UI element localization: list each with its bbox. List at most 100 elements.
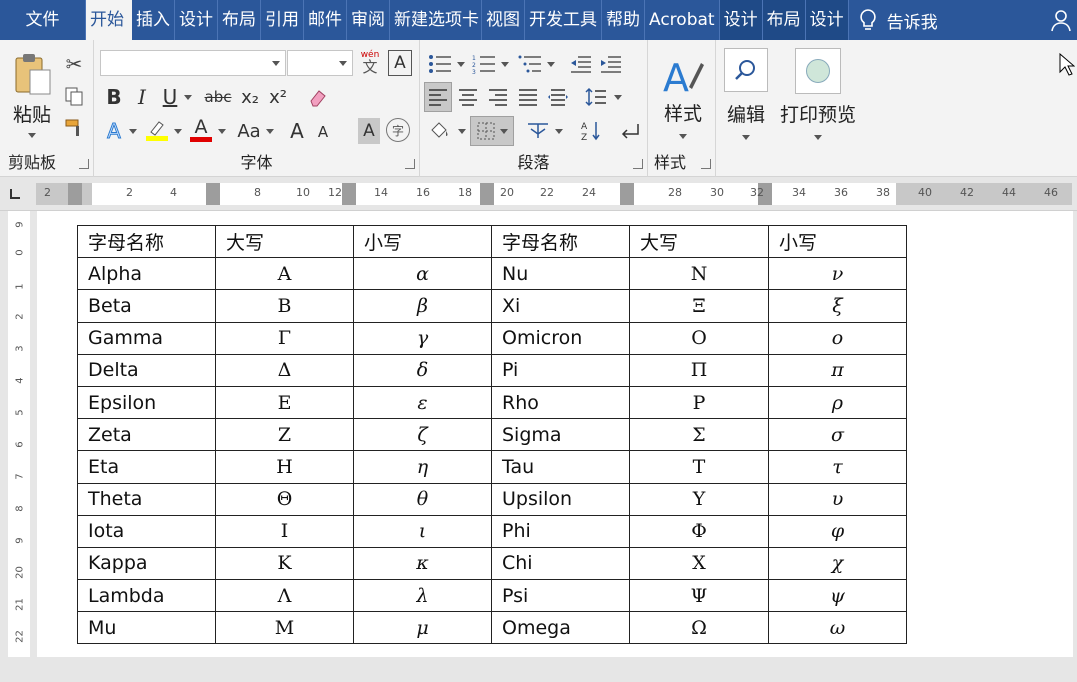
lowercase-cell[interactable]: υ	[768, 482, 907, 516]
distributed-button[interactable]	[544, 84, 572, 110]
highlight-dropdown-icon[interactable]	[174, 129, 182, 134]
letter-name-cell[interactable]: Eta	[77, 450, 216, 484]
tab-view[interactable]: 视图	[482, 0, 525, 40]
uppercase-cell[interactable]: Υ	[629, 482, 769, 516]
align-left-button[interactable]	[424, 82, 452, 112]
ruler-col-marker[interactable]	[68, 183, 82, 205]
ruler-col-marker[interactable]	[342, 183, 356, 205]
align-center-button[interactable]	[454, 84, 482, 110]
line-spacing-dropdown-icon[interactable]	[614, 95, 622, 100]
tab-design-2[interactable]: 设计	[805, 0, 849, 40]
lowercase-cell[interactable]: ο	[768, 321, 907, 355]
lowercase-cell[interactable]: π	[768, 353, 907, 387]
tab-help[interactable]: 帮助	[602, 0, 645, 40]
letter-name-cell[interactable]: Alpha	[77, 257, 216, 291]
bold-button[interactable]: B	[102, 84, 126, 110]
greek-alphabet-table[interactable]: 字母名称 大写 小写 字母名称 大写 小写 Alpha Αα Nu Νν Beta Ββ Xi Ξξ Gam…	[77, 224, 907, 645]
table-header-cell[interactable]: 小写	[353, 224, 492, 259]
editing-button[interactable]: 编辑	[720, 46, 772, 142]
uppercase-cell[interactable]: Σ	[629, 418, 769, 452]
letter-name-cell[interactable]: Sigma	[491, 418, 630, 452]
text-effects-button[interactable]: A	[102, 118, 126, 144]
italic-button[interactable]: I	[130, 84, 154, 110]
shading-button[interactable]	[426, 118, 454, 144]
tab-insert[interactable]: 插入	[132, 0, 175, 40]
lowercase-cell[interactable]: γ	[353, 321, 492, 355]
change-case-button[interactable]: Aa	[234, 118, 264, 144]
tab-mailings[interactable]: 邮件	[304, 0, 347, 40]
font-name-combo[interactable]	[100, 50, 286, 76]
ruler-col-marker[interactable]	[206, 183, 220, 205]
uppercase-cell[interactable]: Τ	[629, 450, 769, 484]
sort-button[interactable]: AZ	[578, 118, 604, 144]
table-header-cell[interactable]: 大写	[215, 224, 354, 259]
letter-name-cell[interactable]: Epsilon	[77, 385, 216, 420]
horizontal-ruler[interactable]: 2 2 4 8 10 12 14 16 18 20 22 24 28 30 32…	[0, 177, 1077, 211]
letter-name-cell[interactable]: Chi	[491, 546, 630, 581]
strikethrough-button[interactable]: abc	[202, 84, 234, 110]
tab-selector-icon[interactable]	[10, 189, 20, 199]
font-color-button[interactable]: A	[188, 116, 214, 144]
shading-dropdown-icon[interactable]	[458, 129, 466, 134]
show-marks-button[interactable]	[616, 118, 642, 144]
uppercase-cell[interactable]: Ν	[629, 257, 769, 291]
lowercase-cell[interactable]: ψ	[768, 579, 907, 613]
lowercase-cell[interactable]: ε	[353, 385, 492, 420]
underline-button[interactable]: U	[158, 84, 182, 110]
tab-new-tab[interactable]: 新建选项卡	[390, 0, 482, 40]
bullets-dropdown-icon[interactable]	[457, 62, 465, 67]
letter-name-cell[interactable]: Omega	[491, 611, 630, 645]
uppercase-cell[interactable]: Ε	[215, 385, 354, 420]
superscript-button[interactable]: x²	[266, 84, 290, 110]
uppercase-cell[interactable]: Φ	[629, 514, 769, 548]
font-size-combo[interactable]	[287, 50, 353, 76]
increase-indent-button[interactable]	[598, 52, 624, 76]
cut-button[interactable]: ✂	[62, 52, 86, 76]
line-spacing-button[interactable]	[582, 84, 610, 110]
lowercase-cell[interactable]: ω	[768, 611, 907, 645]
grow-font-button[interactable]: A	[286, 118, 308, 144]
letter-name-cell[interactable]: Tau	[491, 450, 630, 484]
ruler-col-marker[interactable]	[480, 183, 494, 205]
chinese-layout-button[interactable]	[524, 118, 552, 144]
lowercase-cell[interactable]: ζ	[353, 418, 492, 452]
tab-acrobat[interactable]: Acrobat	[645, 0, 720, 40]
uppercase-cell[interactable]: Β	[215, 289, 354, 323]
table-header-cell[interactable]: 小写	[768, 224, 907, 259]
lowercase-cell[interactable]: η	[353, 450, 492, 484]
ruler-col-marker[interactable]	[620, 183, 634, 205]
letter-name-cell[interactable]: Xi	[491, 289, 630, 323]
subscript-button[interactable]: x₂	[238, 84, 262, 110]
uppercase-cell[interactable]: Χ	[629, 546, 769, 581]
numbering-button[interactable]: 123	[470, 52, 498, 76]
phonetic-guide-button[interactable]: wén 文	[356, 48, 384, 78]
tab-design[interactable]: 设计	[175, 0, 218, 40]
uppercase-cell[interactable]: Ι	[215, 514, 354, 548]
letter-name-cell[interactable]: Nu	[491, 257, 630, 291]
font-launcher-icon[interactable]	[405, 159, 415, 169]
letter-name-cell[interactable]: Iota	[77, 514, 216, 548]
letter-name-cell[interactable]: Beta	[77, 289, 216, 323]
print-preview-button[interactable]: 打印预览	[778, 46, 858, 142]
vertical-ruler[interactable]: 9 0 1 2 3 4 5 6 7 8 9 20 21 22	[0, 211, 36, 657]
uppercase-cell[interactable]: Α	[215, 257, 354, 291]
user-icon[interactable]	[1051, 8, 1073, 32]
letter-name-cell[interactable]: Rho	[491, 385, 630, 420]
letter-name-cell[interactable]: Upsilon	[491, 482, 630, 516]
letter-name-cell[interactable]: Phi	[491, 514, 630, 548]
letter-name-cell[interactable]: Lambda	[77, 579, 216, 613]
multilevel-dropdown-icon[interactable]	[547, 62, 555, 67]
letter-name-cell[interactable]: Theta	[77, 482, 216, 516]
lowercase-cell[interactable]: ρ	[768, 385, 907, 420]
chinese-layout-dropdown-icon[interactable]	[555, 129, 563, 134]
underline-dropdown-icon[interactable]	[184, 95, 192, 100]
uppercase-cell[interactable]: Ζ	[215, 418, 354, 452]
paste-button[interactable]: 粘贴	[6, 50, 58, 140]
uppercase-cell[interactable]: Γ	[215, 321, 354, 355]
lowercase-cell[interactable]: θ	[353, 482, 492, 516]
multilevel-list-button[interactable]	[516, 52, 544, 76]
tab-review[interactable]: 审阅	[347, 0, 390, 40]
uppercase-cell[interactable]: Λ	[215, 579, 354, 613]
uppercase-cell[interactable]: Η	[215, 450, 354, 484]
lowercase-cell[interactable]: σ	[768, 418, 907, 452]
